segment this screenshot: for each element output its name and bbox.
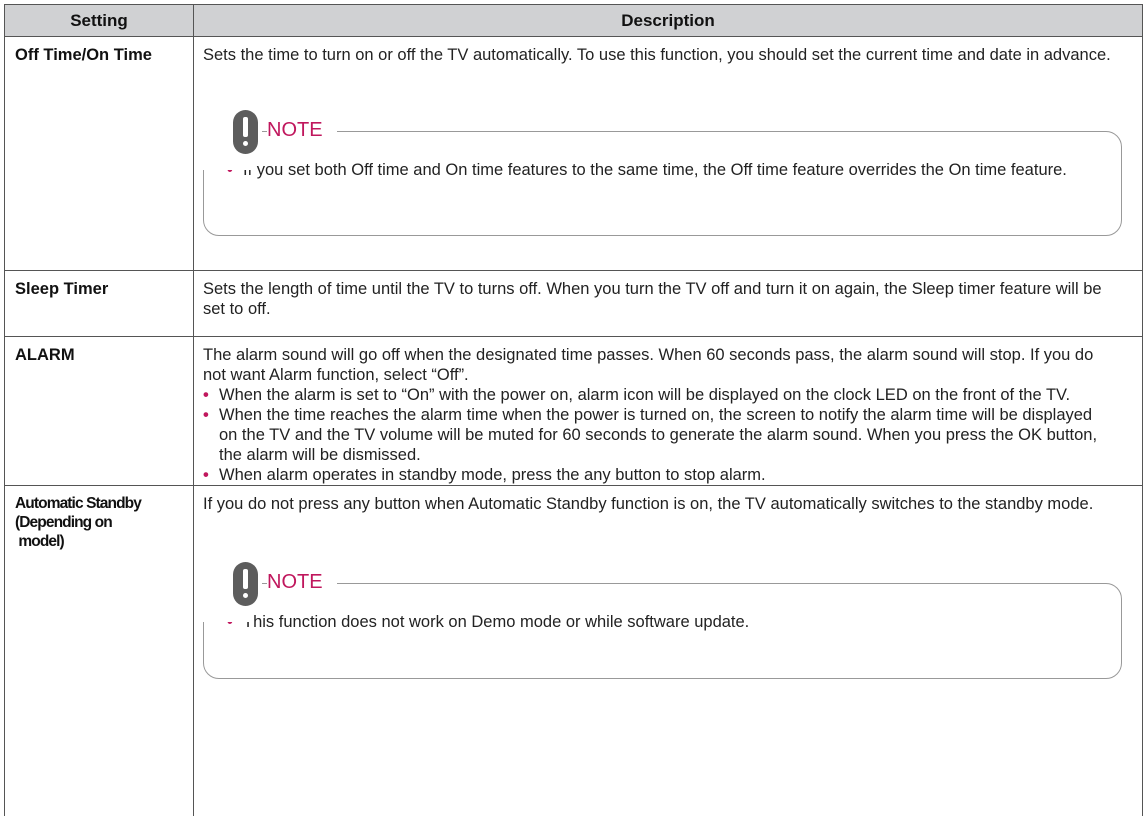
settings-table: Setting Description Off Time/On Time Set… — [4, 4, 1143, 816]
exclamation-icon — [227, 110, 262, 156]
exclamation-icon — [227, 562, 262, 608]
setting-name: Off Time/On Time — [15, 46, 152, 64]
note-title: NOTE — [267, 570, 337, 594]
header-setting: Setting — [70, 11, 128, 30]
list-item: • This function does not work on Demo mod… — [227, 613, 750, 631]
setting-name: Automatic Standby (Depending on model) — [15, 495, 142, 550]
setting-name: Sleep Timer — [15, 280, 109, 298]
note-box: NOTE • If you set both Off time and On ti… — [203, 110, 1122, 236]
setting-description: Sets the time to turn on or off the TV a… — [203, 46, 1111, 64]
list-item: • When the alarm is set to “On” with the … — [203, 386, 1071, 404]
setting-description: Sets the length of time until the TV to … — [203, 280, 1102, 318]
setting-name: ALARM — [15, 346, 75, 364]
table-row: ALARM The alarm sound will go off when t… — [4, 337, 1143, 486]
list-item: • If you set both Off time and On time fe… — [227, 161, 1067, 179]
setting-description: If you do not press any button when Auto… — [203, 495, 1094, 513]
table-row: Off Time/On Time Sets the time to turn o… — [4, 37, 1143, 271]
note-title: NOTE — [267, 118, 337, 142]
note-box: NOTE • This function does not work on Dem… — [203, 562, 1122, 679]
table-row: Sleep Timer Sets the length of time unti… — [4, 271, 1143, 337]
list-item: • When alarm operates in standby mode, pr… — [203, 466, 766, 484]
table-header: Setting Description — [4, 4, 1143, 37]
list-item: • When the time reaches the alarm time wh… — [203, 406, 1098, 464]
table-row: Automatic Standby (Depending on model) I… — [4, 486, 1143, 816]
setting-description: The alarm sound will go off when the des… — [203, 345, 1113, 485]
header-description: Description — [621, 11, 715, 30]
